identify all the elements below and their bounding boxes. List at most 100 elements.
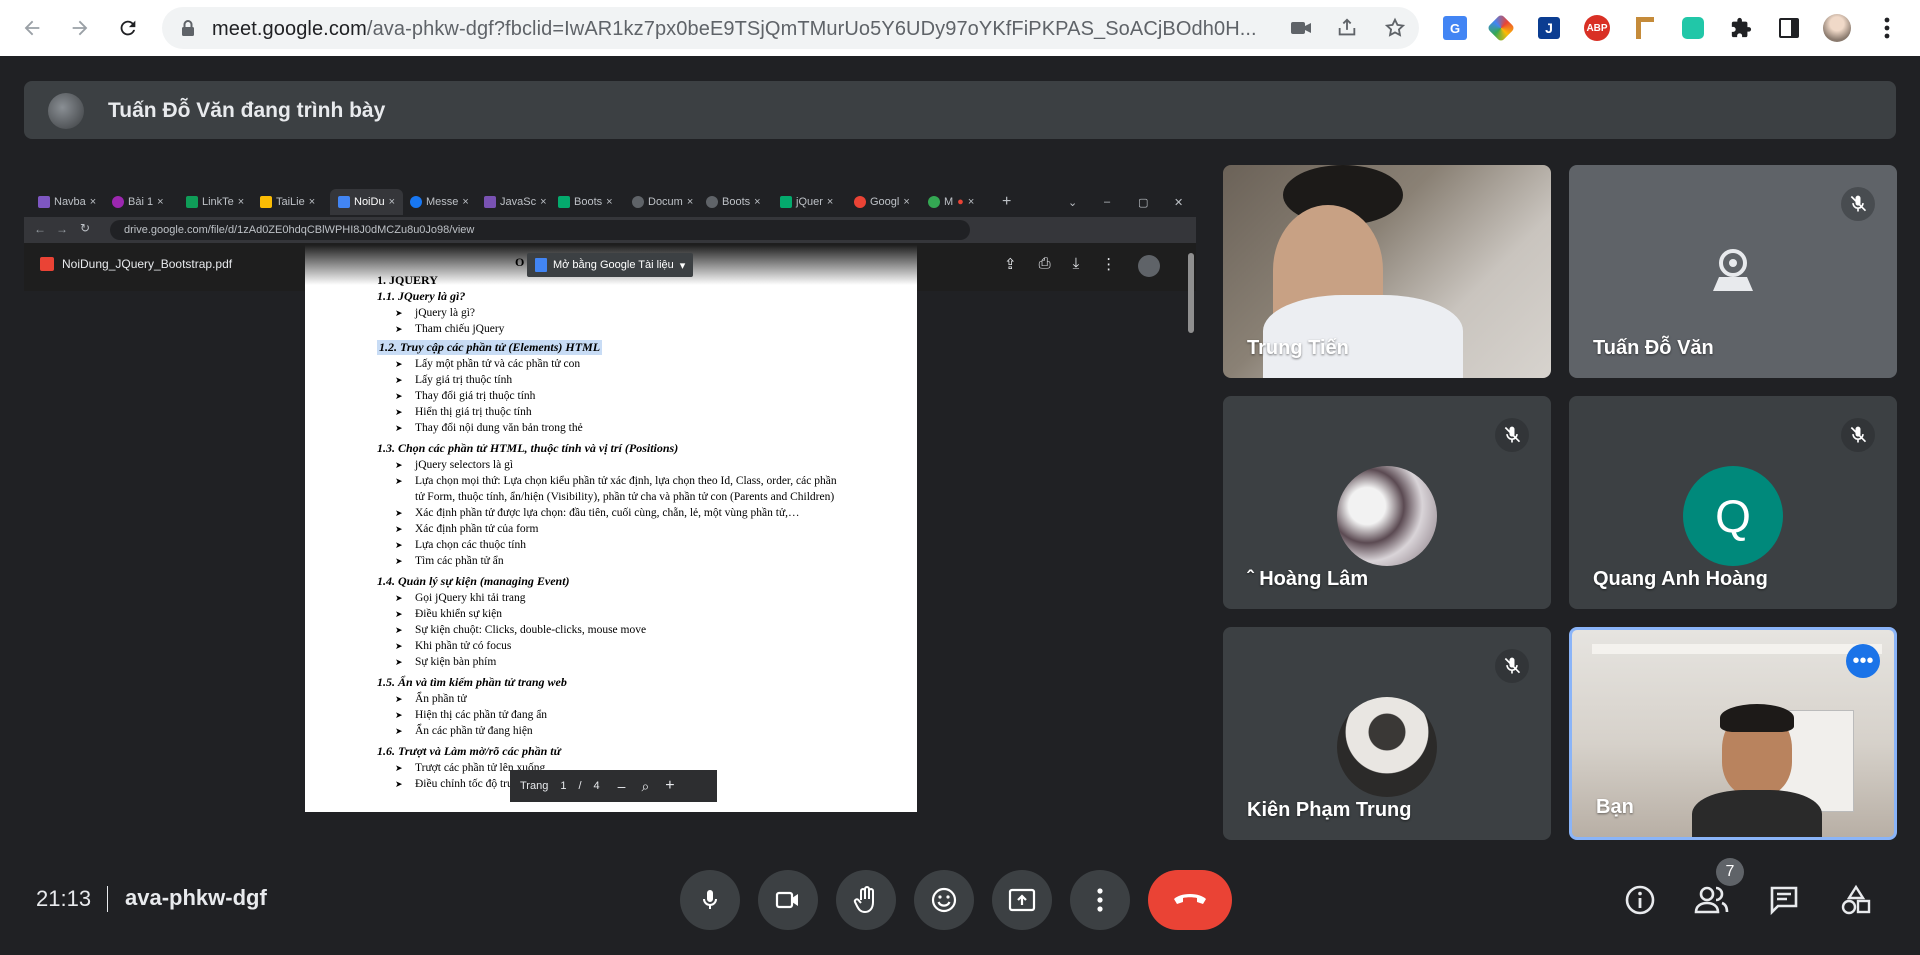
- download-icon: ⤓: [1072, 255, 1080, 272]
- list-item-continuation: tử Form, thuộc tính, ẩn/hiện (Visibility…: [415, 491, 835, 503]
- shared-tab: Boots ×: [706, 189, 761, 215]
- mic-off-icon: [1841, 187, 1875, 221]
- more-vert-icon: [1097, 888, 1103, 912]
- shared-tab-active: NoiDu ×: [330, 189, 404, 215]
- shared-tab: Boots ×: [558, 189, 613, 215]
- profile-avatar[interactable]: [1822, 13, 1852, 43]
- list-item: Khi phần tử có focus: [395, 640, 511, 652]
- lock-icon: [182, 20, 194, 36]
- meeting-details-button[interactable]: [1618, 878, 1662, 922]
- print-icon: ⎙: [1038, 255, 1051, 272]
- jira-icon[interactable]: J: [1534, 13, 1564, 43]
- present-screen-icon: [1008, 888, 1036, 912]
- browser-toolbar: meet.google.com/ava-phkw-dgf?fbclid=IwAR…: [0, 0, 1920, 56]
- participant-tile-quang-anh-hoang[interactable]: Q Quang Anh Hoàng: [1569, 396, 1897, 609]
- open-with-docs-button: Mở bằng Google Tài liệu ▾: [527, 253, 694, 277]
- menu-kebab-icon[interactable]: [1872, 13, 1902, 43]
- people-icon: [1694, 886, 1729, 914]
- list-item: Ẩn các phần tử đang hiện: [395, 725, 533, 737]
- participant-tile-self[interactable]: ••• Bạn: [1569, 627, 1897, 840]
- shared-tab: M ● ×: [928, 189, 974, 215]
- section-title: 1.1. JQuery là gì?: [377, 289, 466, 303]
- back-button[interactable]: [16, 12, 48, 44]
- video-camera-icon: [775, 891, 798, 909]
- shared-profile-avatar: [1138, 255, 1161, 277]
- mic-off-icon: [1495, 418, 1529, 452]
- section-title: 1.4. Quản lý sự kiện (managing Event): [377, 574, 570, 588]
- arrow-forward-icon: [72, 20, 88, 36]
- list-item: Gọi jQuery khi tải trang: [395, 592, 525, 604]
- address-bar[interactable]: meet.google.com/ava-phkw-dgf?fbclid=IwAR…: [162, 7, 1419, 49]
- pdf-scrollbar: [1188, 253, 1194, 333]
- presenter-avatar: [48, 93, 84, 129]
- participant-count-badge: 7: [1716, 858, 1744, 886]
- shared-tab: jQuer ×: [780, 189, 833, 215]
- window-close-icon: ✕: [1174, 196, 1184, 209]
- list-item: Thay đổi giá trị thuộc tính: [395, 390, 535, 402]
- reload-icon: [120, 20, 136, 36]
- star-icon[interactable]: [1384, 17, 1406, 39]
- raise-hand-button[interactable]: [836, 870, 896, 930]
- end-call-button[interactable]: [1148, 870, 1232, 930]
- participant-name: Bạn: [1596, 796, 1634, 818]
- mic-off-icon: [1841, 418, 1875, 452]
- vpn-icon[interactable]: [1678, 13, 1708, 43]
- shared-screen: Navba × Bài 1 × LinkTe × TaiLie × NoiDu × Mes…: [24, 185, 1196, 812]
- avatar: [1337, 697, 1437, 797]
- zoom-in-icon: +: [665, 777, 675, 794]
- pdf-file-name: NoiDung_JQuery_Bootstrap.pdf: [40, 257, 232, 271]
- shapes-icon: [1841, 884, 1871, 915]
- participant-tile-tuan-do-van[interactable]: Tuấn Đỗ Văn: [1569, 165, 1897, 378]
- more-options-icon[interactable]: •••: [1846, 644, 1880, 678]
- presenting-webcam-icon: [1705, 249, 1761, 300]
- participant-name: Trung Tiến: [1247, 337, 1349, 359]
- color-picker-icon[interactable]: [1486, 13, 1516, 43]
- avatar: [1337, 466, 1437, 566]
- forward-button[interactable]: [64, 12, 96, 44]
- participant-tile-trung-tien[interactable]: Trung Tiến: [1223, 165, 1551, 378]
- camera-icon[interactable]: [1290, 19, 1312, 37]
- initial-avatar: Q: [1683, 466, 1783, 566]
- shared-tab-strip: Navba × Bài 1 × LinkTe × TaiLie × NoiDu × Mes…: [24, 185, 1196, 217]
- ruler-icon[interactable]: [1630, 13, 1660, 43]
- list-item: Tham chiếu jQuery: [395, 323, 505, 335]
- camera-button[interactable]: [758, 870, 818, 930]
- add-to-drive-icon: ⇪: [1004, 256, 1017, 273]
- participant-name: ˆ Hoàng Lâm: [1247, 568, 1369, 590]
- participant-tile-kien-pham-trung[interactable]: Kiên Phạm Trung: [1223, 627, 1551, 840]
- shared-url: drive.google.com/file/d/1zAd0ZE0hdqCBlWP…: [110, 220, 970, 240]
- list-item: Thay đổi nội dung văn bản trong thẻ: [395, 422, 583, 434]
- more-options-button[interactable]: [1070, 870, 1130, 930]
- list-item: Lựa chọn các thuộc tính: [395, 539, 526, 551]
- section-title: 1.3. Chọn các phần tử HTML, thuộc tính v…: [377, 441, 679, 455]
- video-hair: [1720, 704, 1794, 732]
- list-item: Hiện thị các phần tử đang ẩn: [395, 709, 547, 721]
- list-item: Điều khiển sự kiện: [395, 608, 502, 620]
- list-item: jQuery selectors là gì: [395, 459, 513, 471]
- arrow-back-icon: [24, 20, 40, 36]
- shared-tab: Googl ×: [854, 189, 910, 215]
- list-item: Sự kiện chuột: Clicks, double-clicks, mo…: [395, 624, 646, 636]
- shared-address-bar: ← → ↻ drive.google.com/file/d/1zAd0ZE0hd…: [24, 217, 1196, 243]
- docs-icon: [535, 258, 547, 272]
- section-title-highlighted: 1.2. Truy cập các phần tử (Elements) HTM…: [377, 340, 603, 355]
- share-icon[interactable]: [1336, 17, 1358, 39]
- emoji-button[interactable]: [914, 870, 974, 930]
- shared-tab: Messe ×: [410, 189, 469, 215]
- translate-icon[interactable]: G: [1440, 13, 1470, 43]
- chat-button[interactable]: [1762, 878, 1806, 922]
- info-icon: [1625, 885, 1655, 915]
- pdf-page-control: Trang 1 / 4 – ⌕ +: [510, 770, 717, 802]
- sidepanel-icon[interactable]: [1774, 13, 1804, 43]
- adblock-icon[interactable]: ABP: [1582, 13, 1612, 43]
- extensions-puzzle-icon[interactable]: [1726, 13, 1756, 43]
- microphone-button[interactable]: [680, 870, 740, 930]
- participant-tile-hoang-lam[interactable]: ˆ Hoàng Lâm: [1223, 396, 1551, 609]
- participant-name: Tuấn Đỗ Văn: [1593, 337, 1714, 359]
- list-item: jQuery là gì?: [395, 307, 475, 319]
- list-item: Lấy một phần tử và các phần tử con: [395, 358, 580, 370]
- shared-tab: LinkTe ×: [186, 189, 244, 215]
- reload-button[interactable]: [112, 12, 144, 44]
- activities-button[interactable]: [1834, 878, 1878, 922]
- present-button[interactable]: [992, 870, 1052, 930]
